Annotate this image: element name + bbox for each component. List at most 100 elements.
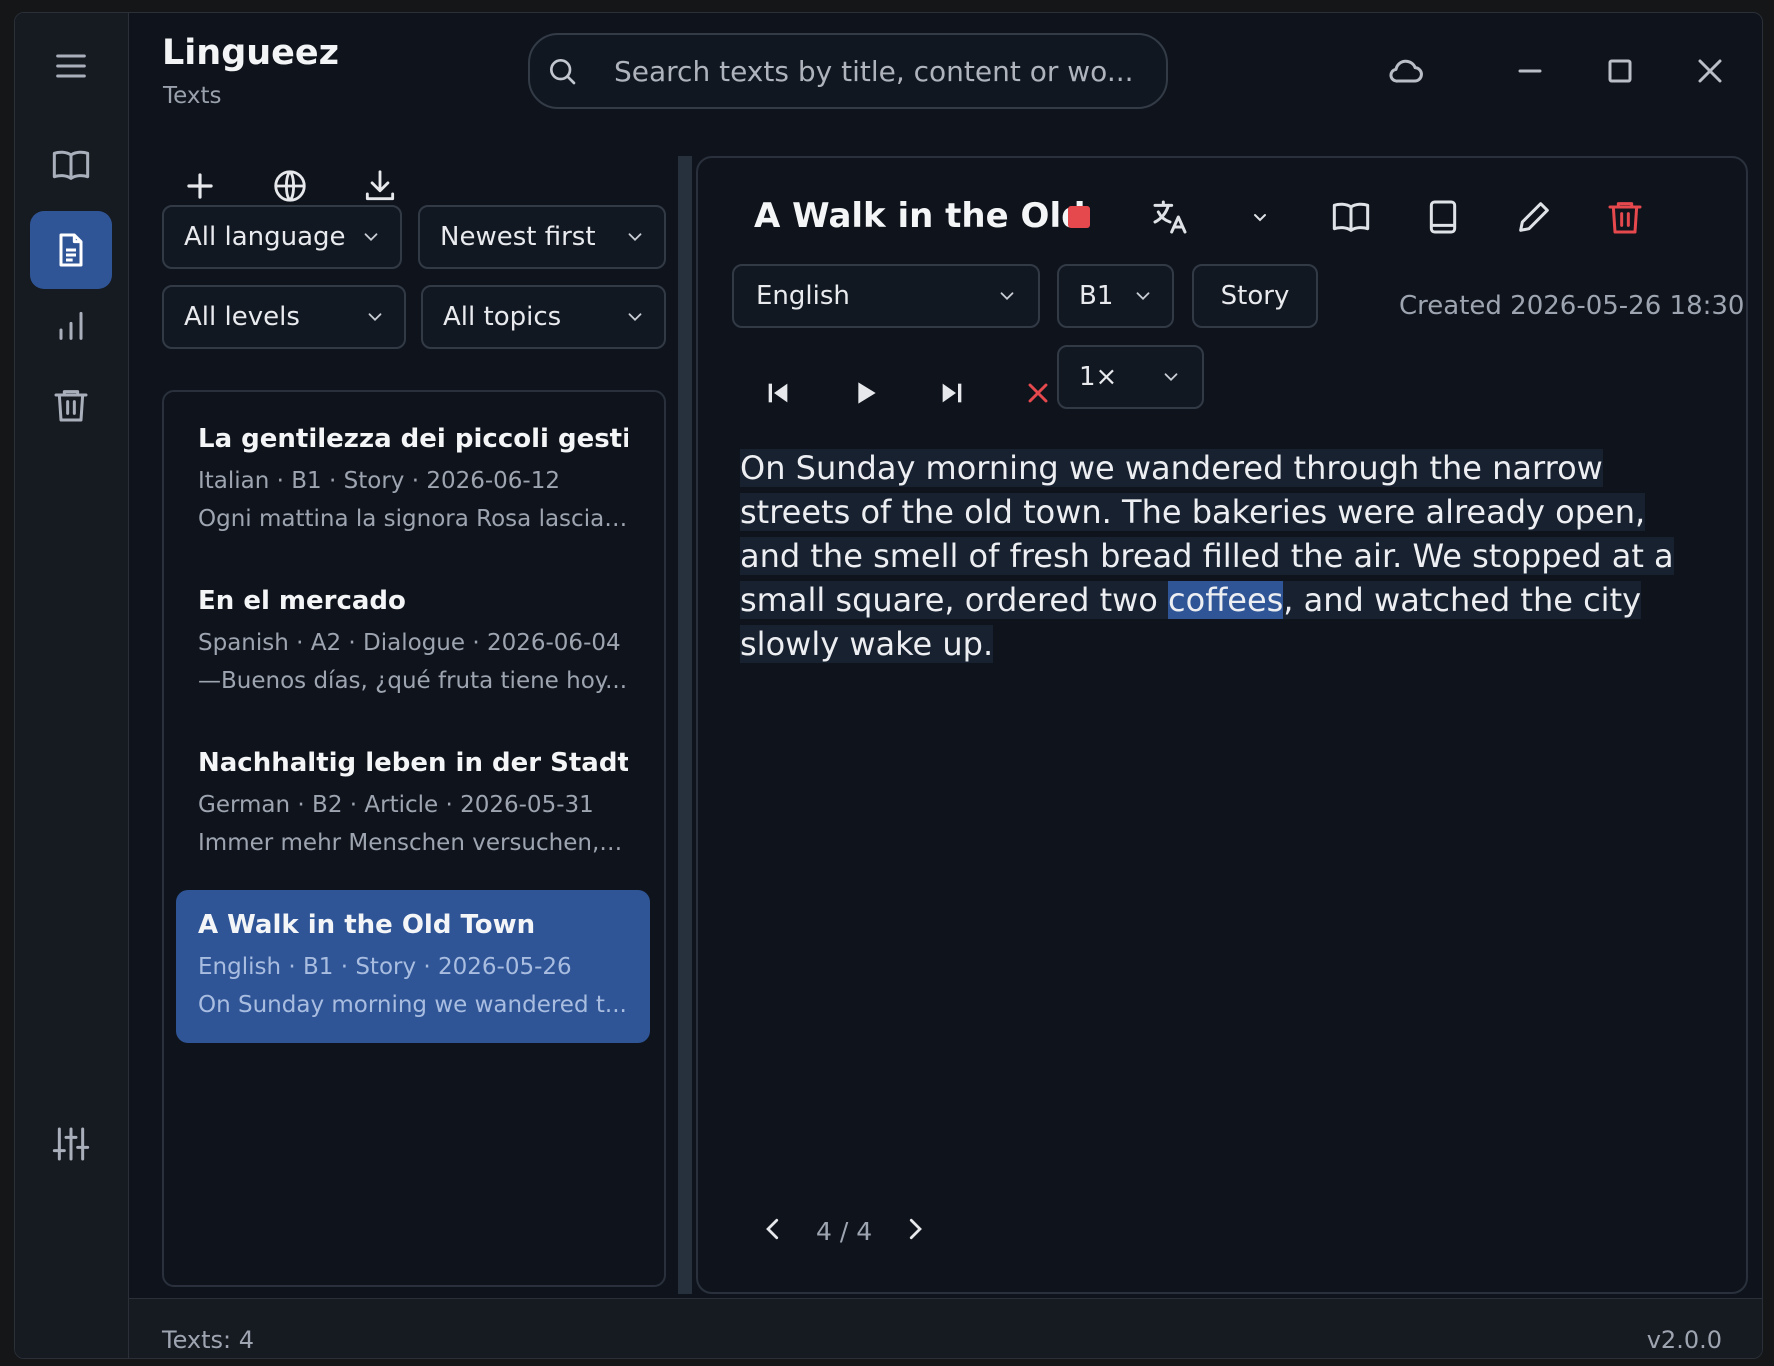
text-preview: Immer mehr Menschen versuchen, ... [198, 830, 628, 856]
playback-speed-select[interactable]: 1× [1057, 345, 1204, 409]
reader-title: A Walk in the Old [754, 196, 1086, 236]
chevron-down-icon [364, 233, 378, 242]
text-list: La gentilezza dei piccoli gesti Italian … [162, 390, 666, 1287]
chevron-down-icon [628, 233, 642, 242]
selected-word[interactable]: coffees [1168, 581, 1284, 619]
search-icon [550, 59, 576, 85]
status-bar [129, 1298, 1762, 1358]
chevron-down-icon [1136, 292, 1150, 301]
sort-select-value: Newest first [440, 222, 596, 252]
reader-language-select[interactable]: English [732, 264, 1040, 328]
maximize-button[interactable] [1596, 47, 1644, 95]
language-filter[interactable]: All language [162, 205, 402, 269]
page-subtitle: Texts [163, 83, 222, 109]
reader-type-tag[interactable]: Story [1192, 264, 1318, 328]
app-title: Lingueez [162, 33, 340, 73]
text-meta: English · B1 · Story · 2026-05-26 [198, 954, 572, 980]
app-window: Lingueez Texts All language Newest first [14, 12, 1763, 1359]
search-bar[interactable] [528, 33, 1168, 109]
stop-audio-button[interactable] [1054, 192, 1104, 242]
cloud-icon [1389, 59, 1423, 83]
download-button[interactable] [357, 163, 403, 209]
delete-button[interactable] [1600, 192, 1650, 242]
trash-icon [54, 390, 88, 422]
search-input[interactable] [614, 54, 1154, 88]
close-icon [1028, 383, 1048, 403]
previous-page-button[interactable] [758, 1214, 788, 1248]
skip-forward-icon [942, 383, 962, 403]
stop-playback-button[interactable] [1013, 368, 1063, 418]
chevron-down-icon [1164, 373, 1178, 382]
text-count: Texts: 4 [162, 1326, 255, 1354]
previous-sentence-button[interactable] [753, 368, 803, 418]
reader-level-select[interactable]: B1 [1057, 264, 1174, 328]
chevron-down-icon [368, 313, 382, 322]
trash-icon [1608, 202, 1642, 234]
pencil-icon [1519, 202, 1549, 232]
translate-options-button[interactable] [1235, 192, 1285, 242]
download-icon [365, 170, 395, 201]
reader-language-value: English [756, 281, 850, 311]
skip-back-icon [768, 383, 788, 403]
close-button[interactable] [1686, 47, 1734, 95]
chevron-down-icon [628, 313, 642, 322]
playback-speed-value: 1× [1079, 362, 1118, 392]
sync-button[interactable] [1382, 47, 1430, 95]
chevron-left-icon [766, 1218, 779, 1240]
notebook-button[interactable] [1418, 192, 1468, 242]
text-meta: Spanish · A2 · Dialogue · 2026-06-04 [198, 630, 621, 656]
text-title: En el mercado [198, 586, 406, 616]
notebook-icon [1429, 200, 1457, 234]
pane-splitter[interactable] [678, 156, 692, 1294]
pager: 4 / 4 [758, 1214, 930, 1248]
topic-filter-value: All topics [443, 302, 562, 332]
text-preview: Ogni mattina la signora Rosa lascia ... [198, 506, 628, 532]
reader-level-value: B1 [1079, 281, 1114, 311]
reader-type-value: Story [1220, 281, 1290, 311]
document-icon [59, 233, 83, 267]
next-page-button[interactable] [900, 1214, 930, 1248]
nav-stats-button[interactable] [30, 286, 112, 364]
menu-button[interactable] [30, 27, 112, 105]
chevron-right-icon [910, 1218, 923, 1240]
nav-rail [15, 13, 129, 1358]
add-text-button[interactable] [177, 163, 223, 209]
next-sentence-button[interactable] [927, 368, 977, 418]
nav-trash-button[interactable] [30, 366, 112, 444]
menu-icon [56, 54, 86, 78]
reading-passage[interactable]: On Sunday morning we wandered through th… [740, 446, 1700, 666]
text-title: La gentilezza dei piccoli gesti [198, 424, 628, 454]
plus-icon [187, 173, 213, 199]
text-list-item[interactable]: Nachhaltig leben in der Stadt German · B… [176, 728, 650, 881]
text-list-item-selected[interactable]: A Walk in the Old Town English · B1 · St… [176, 890, 650, 1043]
settings-button[interactable] [30, 1105, 112, 1183]
text-list-item[interactable]: La gentilezza dei piccoli gesti Italian … [176, 404, 650, 557]
minimize-icon [1518, 69, 1542, 73]
translate-icon [1153, 200, 1187, 234]
maximize-icon [1608, 59, 1632, 83]
text-title: Nachhaltig leben in der Stadt [198, 748, 628, 778]
text-preview: On Sunday morning we wandered t... [198, 992, 627, 1018]
close-icon [1698, 59, 1722, 83]
app-version: v2.0.0 [1646, 1326, 1722, 1354]
book-open-icon [1332, 202, 1370, 232]
sort-select[interactable]: Newest first [418, 205, 666, 269]
text-meta: German · B2 · Article · 2026-05-31 [198, 792, 594, 818]
page-indicator: 4 / 4 [816, 1216, 873, 1246]
play-button[interactable] [840, 368, 890, 418]
nav-reader-button[interactable] [30, 126, 112, 204]
language-filter-value: All language [184, 222, 346, 252]
translate-button[interactable] [1145, 192, 1195, 242]
text-list-item[interactable]: En el mercado Spanish · A2 · Dialogue · … [176, 566, 650, 719]
import-web-button[interactable] [267, 163, 313, 209]
read-mode-button[interactable] [1326, 192, 1376, 242]
topic-filter[interactable]: All topics [421, 285, 666, 349]
minimize-button[interactable] [1506, 47, 1554, 95]
edit-button[interactable] [1509, 192, 1559, 242]
text-meta: Italian · B1 · Story · 2026-06-12 [198, 468, 560, 494]
text-preview: —Buenos días, ¿qué fruta tiene hoy... [198, 668, 628, 694]
globe-icon [274, 170, 306, 202]
nav-texts-button[interactable] [30, 211, 112, 289]
level-filter-value: All levels [184, 302, 300, 332]
level-filter[interactable]: All levels [162, 285, 406, 349]
